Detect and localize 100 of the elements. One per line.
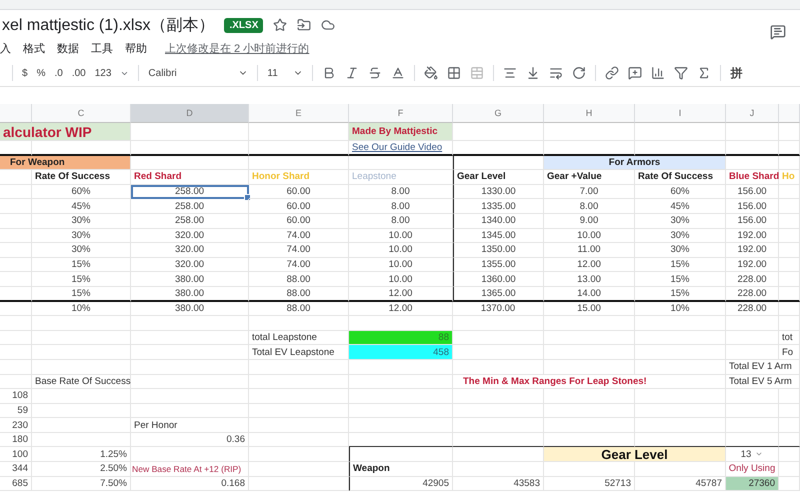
cloud-icon[interactable] xyxy=(321,18,336,32)
borders-icon[interactable] xyxy=(447,66,462,80)
table-cell: 180 xyxy=(0,432,32,448)
table-cell: 685 xyxy=(0,476,32,492)
comment-icon[interactable] xyxy=(770,24,786,40)
column-header[interactable]: G xyxy=(453,104,544,123)
cell-label: Per Honor xyxy=(131,418,249,433)
table-cell: 1345.00 xyxy=(453,228,544,244)
strikethrough-icon[interactable] xyxy=(368,66,382,80)
column-header[interactable]: F xyxy=(349,104,453,123)
format-button[interactable]: $ xyxy=(22,68,28,78)
table-cell: 15% xyxy=(635,286,726,302)
sheet-title: alculator WIP xyxy=(0,123,131,141)
cell-label: Total EV 5 Arm xyxy=(726,374,800,390)
menu-item[interactable]: 工具 xyxy=(91,40,113,56)
table-cell: 1350.00 xyxy=(453,243,544,258)
empty-cell xyxy=(0,345,32,360)
table-cell: 1355.00 xyxy=(453,258,544,272)
column-header[interactable]: I xyxy=(635,104,726,123)
empty-cell xyxy=(0,374,32,390)
link-icon[interactable] xyxy=(605,66,620,80)
empty-cell xyxy=(726,389,779,404)
chart-icon[interactable] xyxy=(651,66,666,80)
last-edit-link[interactable]: 上次修改是在 2 小时前进行的 xyxy=(165,40,310,56)
column-heading: Leapstone xyxy=(349,170,453,185)
empty-cell xyxy=(726,330,779,346)
empty-cell xyxy=(779,316,800,331)
rotate-icon[interactable] xyxy=(572,66,586,80)
guide-link[interactable]: See Our Guide Video xyxy=(349,141,453,156)
file-type-badge: .XLSX xyxy=(224,18,264,32)
filter-icon[interactable] xyxy=(674,66,688,80)
table-cell: 12.00 xyxy=(349,302,453,316)
star-icon[interactable] xyxy=(273,18,288,32)
table-cell: 192.00 xyxy=(726,228,779,244)
vertical-align-icon[interactable] xyxy=(526,66,540,80)
paint-bucket-icon[interactable] xyxy=(424,66,438,80)
cell-note: New Base Rate At +12 (RIP) xyxy=(131,462,249,477)
font-select[interactable]: Calibri xyxy=(148,68,248,78)
menu-item[interactable]: 数据 xyxy=(57,40,79,56)
table-cell: 8.00 xyxy=(544,199,635,214)
column-header[interactable]: H xyxy=(544,104,635,123)
input-tools-button[interactable]: 拼 xyxy=(730,64,742,82)
table-cell: 1335.00 xyxy=(453,199,544,214)
format-button[interactable]: .0 xyxy=(54,68,63,78)
column-header[interactable]: E xyxy=(249,104,349,123)
wrap-icon[interactable] xyxy=(549,66,564,80)
table-cell: 74.00 xyxy=(249,243,349,258)
table-cell: 8.00 xyxy=(349,214,453,229)
folder-icon[interactable] xyxy=(297,18,312,32)
empty-cell xyxy=(779,199,800,214)
table-cell: 88.00 xyxy=(249,272,349,287)
table-cell: 320.00 xyxy=(131,258,249,272)
dropdown-field[interactable]: 13 xyxy=(726,447,779,462)
empty-cell xyxy=(779,156,800,170)
italic-icon[interactable] xyxy=(345,66,360,80)
text-color-icon[interactable] xyxy=(391,66,406,80)
table-cell: 1360.00 xyxy=(453,272,544,287)
table-cell: 45% xyxy=(635,199,726,214)
column-header[interactable]: J xyxy=(726,104,779,123)
column-heading: Rate Of Success xyxy=(635,170,726,185)
empty-cell xyxy=(779,286,800,302)
format-button[interactable]: % xyxy=(36,68,46,78)
empty-cell xyxy=(0,286,32,302)
table-cell: 15% xyxy=(635,272,726,287)
align-icon[interactable] xyxy=(503,66,518,80)
menu-item[interactable]: 入 xyxy=(0,40,11,56)
column-header[interactable]: C xyxy=(32,104,131,123)
bold-icon[interactable] xyxy=(322,66,336,80)
empty-cell xyxy=(0,243,32,258)
table-cell: 320.00 xyxy=(131,243,249,258)
menu-item[interactable]: 帮助 xyxy=(125,40,147,56)
table-cell: 320.00 xyxy=(131,228,249,244)
empty-cell xyxy=(779,123,800,141)
table-cell: 1330.00 xyxy=(453,184,544,200)
column-heading: Gear Level xyxy=(453,170,544,185)
empty-cell xyxy=(779,228,800,244)
add-comment-icon[interactable] xyxy=(628,66,642,80)
format-button[interactable]: 123 xyxy=(94,68,112,78)
table-cell: 258.00 xyxy=(131,214,249,229)
section-header: For Armors xyxy=(544,156,726,170)
menu-item[interactable]: 格式 xyxy=(23,40,45,56)
table-cell: 74.00 xyxy=(249,258,349,272)
table-cell: 42905 xyxy=(349,476,453,492)
empty-cell xyxy=(779,141,800,156)
table-cell: 344 xyxy=(0,462,32,477)
table-cell: 10% xyxy=(32,302,131,316)
merge-cells-icon[interactable] xyxy=(470,66,484,80)
empty-cell xyxy=(726,316,779,331)
table-cell: 15.00 xyxy=(544,302,635,316)
table-cell: 60% xyxy=(32,184,131,200)
empty-cell xyxy=(779,243,800,258)
table-cell: 2.50% xyxy=(32,462,131,477)
table-cell: 60% xyxy=(635,184,726,200)
empty-cell xyxy=(0,258,32,272)
format-button[interactable]: .00 xyxy=(72,68,86,78)
size-select[interactable]: 11 xyxy=(267,68,304,78)
empty-cell xyxy=(779,389,800,404)
table-cell: 45% xyxy=(32,199,131,214)
table-cell: 8.00 xyxy=(349,199,453,214)
empty-cell xyxy=(779,184,800,200)
